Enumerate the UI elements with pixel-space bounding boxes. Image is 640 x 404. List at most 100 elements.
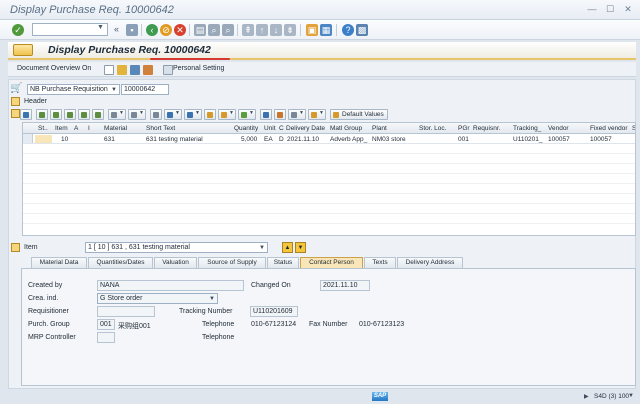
subtotal-button[interactable]: ▼ [128,109,146,120]
personal-setting-button[interactable]: Personal Setting [173,65,224,72]
chevron-down-icon[interactable]: ▼ [628,393,634,399]
document-type-select[interactable]: NB Purchase Requisition ▼ [27,84,120,95]
mrp-controller-field[interactable] [97,332,115,343]
col-matl-group[interactable]: Matl Group [330,125,362,132]
col-sp[interactable]: SP [632,125,635,132]
previous-item-icon[interactable]: ▲ [282,242,293,253]
close-icon[interactable]: ✕ [622,4,634,14]
sort-desc-button[interactable] [64,109,76,120]
sum-button[interactable]: ▼ [108,109,126,120]
enter-icon[interactable]: ✓ [12,24,24,36]
other-document-icon[interactable] [130,65,140,75]
collapse-items-icon[interactable] [11,109,20,118]
tab-status[interactable]: Status [267,257,299,268]
info-button[interactable] [260,109,272,120]
separator [189,24,190,36]
expand-header-icon[interactable] [11,97,20,106]
back-icon[interactable]: ‹ [146,24,158,36]
created-by-field[interactable]: NANA [97,280,244,291]
col-stor-loc[interactable]: Stor. Loc. [419,125,446,132]
menu-icon[interactable] [13,44,33,56]
col-c[interactable]: C [279,125,284,132]
details-button[interactable] [20,109,32,120]
col-tracking[interactable]: Tracking_ [513,125,541,132]
export-button[interactable]: ▼ [184,109,202,120]
changed-on-field[interactable]: 2021.11.10 [320,280,370,291]
col-a[interactable]: A [74,125,78,132]
messages-icon[interactable] [143,65,153,75]
tab-delivery-address[interactable]: Delivery Address [397,257,463,268]
col-vendor[interactable]: Vendor [548,125,569,132]
maximize-icon[interactable]: ☐ [604,4,616,14]
graphic-button[interactable]: ▼ [238,109,256,120]
item-select[interactable]: 1 [ 10 ] 631 , 631 testing material ▼ [85,242,268,253]
services-button[interactable]: ▼ [308,109,326,120]
find-next-icon[interactable]: ⌕ [222,24,234,36]
next-page-icon[interactable]: ↓ [270,24,282,36]
edit-icon[interactable] [117,65,127,75]
previous-page-icon[interactable]: ↑ [256,24,268,36]
col-plant[interactable]: Plant [372,125,387,132]
empty-row [23,194,635,204]
table-row[interactable]: 10 631 631 testing material 5,000 EA D 2… [23,134,635,144]
col-i[interactable]: I [88,125,90,132]
find-icon[interactable]: ⌕ [208,24,220,36]
minimize-icon[interactable]: — [586,4,598,14]
display-change-icon[interactable] [104,65,114,75]
find-next-button[interactable] [92,109,104,120]
tab-contact-person[interactable]: Contact Person [300,257,363,268]
save-icon[interactable]: ▪ [126,24,138,36]
last-page-icon[interactable]: ⇟ [284,24,296,36]
document-overview-button[interactable]: Document Overview On [17,65,91,72]
sort-asc-button[interactable] [50,109,62,120]
document-number-field[interactable]: 10000642 [121,84,169,95]
command-dropdown-icon[interactable]: ▼ [97,24,104,31]
telephone2-label: Telephone [202,334,235,341]
requisitioner-field[interactable] [97,306,155,317]
collapse-icon[interactable]: « [114,24,119,34]
tracking-number-field[interactable]: U110201609 [250,306,298,317]
col-pgr[interactable]: PGr [458,125,470,132]
new-session-icon[interactable]: ▣ [306,24,318,36]
layout-button[interactable] [204,109,216,120]
col-unit[interactable]: Unit [264,125,276,132]
fax-number-label: Fax Number [309,321,348,328]
find-button[interactable] [78,109,90,120]
first-page-icon[interactable]: ⇞ [242,24,254,36]
col-status[interactable]: St.. [38,125,48,132]
print-icon[interactable]: ▤ [194,24,206,36]
layout-select-button[interactable]: ▼ [218,109,236,120]
next-item-icon[interactable]: ▼ [295,242,306,253]
col-short-text[interactable]: Short Text [146,125,175,132]
default-values-button[interactable]: Default Values [330,109,388,120]
exit-icon[interactable]: ⊘ [160,24,172,36]
cancel-icon[interactable]: ✕ [174,24,186,36]
col-requisnr[interactable]: Requisnr. [473,125,500,132]
tab-texts[interactable]: Texts [364,257,396,268]
print-button[interactable] [150,109,162,120]
col-material[interactable]: Material [104,125,127,132]
row-selector[interactable] [23,134,33,143]
copy-button[interactable]: ▼ [288,109,306,120]
col-delivery-date[interactable]: Delivery Date [286,125,325,132]
help-icon[interactable]: ? [342,24,354,36]
tab-quantities-dates[interactable]: Quantities/Dates [88,257,153,268]
personal-setting-icon[interactable] [163,65,173,75]
collapse-item-detail-icon[interactable] [11,243,20,252]
col-quantity[interactable]: Quantity [234,125,258,132]
purch-group-code-field[interactable]: 001 [97,319,115,330]
col-item[interactable]: Item [55,125,68,132]
tool-button[interactable] [274,109,286,120]
tab-source-of-supply[interactable]: Source of Supply [198,257,266,268]
layout-menu-icon[interactable]: ▩ [356,24,368,36]
crea-ind-value: G Store order [100,295,143,302]
col-fixed-vendor[interactable]: Fixed vendor [590,125,628,132]
tab-material-data[interactable]: Material Data [31,257,87,268]
tab-valuation[interactable]: Valuation [154,257,197,268]
crea-ind-select[interactable]: G Store order ▼ [97,293,218,304]
filter-button[interactable] [36,109,48,120]
system-info[interactable]: S4D (3) 100 [594,393,629,400]
shortcut-icon[interactable]: ▦ [320,24,332,36]
views-button[interactable]: ▼ [164,109,182,120]
play-icon[interactable]: ▶ [584,393,589,400]
